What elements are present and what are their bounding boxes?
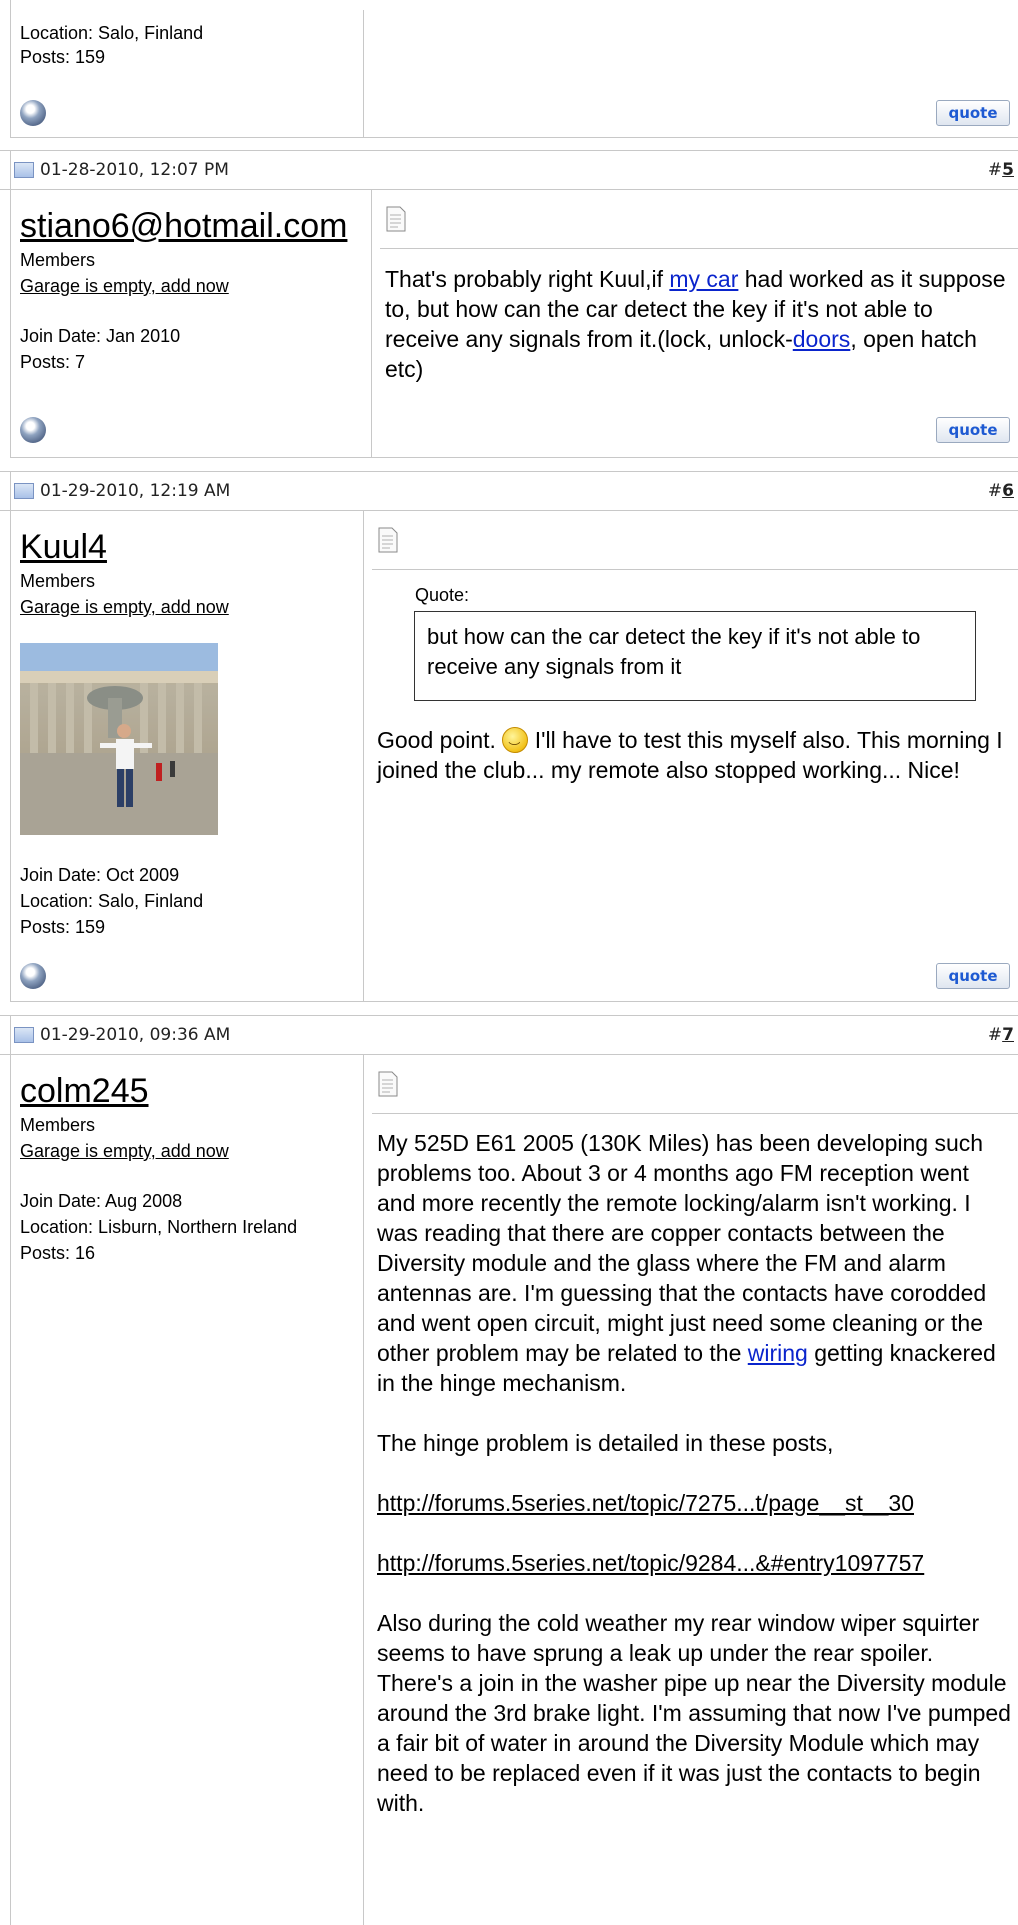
- message-paragraph-2: The hinge problem is detailed in these p…: [377, 1430, 834, 1456]
- quote-caption: Quote:: [415, 585, 470, 605]
- left-border: [10, 150, 11, 457]
- post-document-icon: [378, 1071, 398, 1097]
- join-date: Join Date: Oct 2009: [20, 865, 180, 885]
- quote-button[interactable]: quote: [936, 100, 1010, 126]
- quote-button[interactable]: quote: [936, 417, 1010, 443]
- user-post-count: Posts: 16: [20, 1243, 96, 1263]
- message-text: My 525D E61 2005 (130K Miles) has been d…: [377, 1130, 987, 1366]
- post-number-link[interactable]: 7: [1002, 1025, 1014, 1045]
- post-number-link[interactable]: 5: [1002, 160, 1014, 180]
- offline-status-icon: [20, 963, 46, 989]
- join-date: Join Date: Jan 2010: [20, 326, 181, 346]
- doors-link[interactable]: doors: [793, 326, 851, 352]
- post-date-text: 01-28-2010, 12:07 PM: [40, 160, 229, 180]
- left-border: [10, 0, 11, 137]
- post-bottom-border: [10, 457, 1018, 458]
- post-message: Good point. I'll have to test this mysel…: [377, 725, 1013, 785]
- offline-status-icon: [20, 100, 46, 126]
- post-number[interactable]: #7: [988, 1025, 1014, 1045]
- forum-url-link-2[interactable]: http://forums.5series.net/topic/9284...&…: [377, 1548, 1013, 1578]
- post-bottom-border: [10, 1001, 1018, 1002]
- message-paragraph-1: My 525D E61 2005 (130K Miles) has been d…: [377, 1128, 1013, 1398]
- forum-url-link-1[interactable]: http://forums.5series.net/topic/7275...t…: [377, 1488, 1013, 1518]
- column-divider: [371, 190, 372, 457]
- post-number-link[interactable]: 6: [1002, 481, 1014, 501]
- garage-link[interactable]: Garage is empty, add now: [20, 275, 229, 297]
- user-post-count: Posts: 7: [20, 352, 86, 372]
- post-header: 01-29-2010, 09:36 AM #7: [0, 1015, 1018, 1055]
- quoted-text-box: but how can the car detect the key if it…: [414, 611, 976, 701]
- post-document-icon: [386, 206, 406, 232]
- wiring-link[interactable]: wiring: [748, 1340, 808, 1366]
- column-divider: [363, 511, 364, 1001]
- post-date: 01-29-2010, 09:36 AM: [14, 1025, 230, 1045]
- quote-button[interactable]: quote: [936, 963, 1010, 989]
- user-avatar: [20, 643, 218, 835]
- left-border: [10, 1015, 11, 1925]
- user-location: Location: Salo, Finland: [20, 891, 204, 911]
- user-post-count: Posts: 159: [20, 47, 106, 67]
- post-date: 01-28-2010, 12:07 PM: [14, 160, 229, 180]
- hash-sign: #: [987, 481, 1003, 501]
- post-status-icon: [14, 162, 34, 178]
- message-separator: [380, 248, 1018, 249]
- user-location: Location: Lisburn, Northern Ireland: [20, 1217, 298, 1237]
- smiley-icon: [502, 727, 529, 763]
- post-header: 01-28-2010, 12:07 PM #5: [0, 150, 1018, 190]
- message-text: Good point.: [377, 727, 503, 753]
- hash-sign: #: [987, 1025, 1003, 1045]
- hash-sign: #: [987, 160, 1003, 180]
- quoted-text: but how can the car detect the key if it…: [427, 624, 921, 679]
- username-link[interactable]: Kuul4: [20, 528, 107, 567]
- message-separator: [372, 1113, 1018, 1114]
- my-car-link[interactable]: my car: [669, 266, 738, 292]
- garage-link[interactable]: Garage is empty, add now: [20, 1140, 229, 1162]
- message-separator: [372, 569, 1018, 570]
- column-divider: [363, 1055, 364, 1925]
- post-message: My 525D E61 2005 (130K Miles) has been d…: [377, 1128, 1013, 1818]
- post-date: 01-29-2010, 12:19 AM: [14, 481, 230, 501]
- post-status-icon: [14, 1027, 34, 1043]
- column-divider: [363, 10, 364, 137]
- offline-status-icon: [20, 417, 46, 443]
- post-date-text: 01-29-2010, 12:19 AM: [40, 481, 231, 501]
- post-message: That's probably right Kuul,if my car had…: [385, 264, 1013, 384]
- post-document-icon: [378, 527, 398, 553]
- message-paragraph-3: Also during the cold weather my rear win…: [377, 1610, 1011, 1816]
- garage-link[interactable]: Garage is empty, add now: [20, 596, 229, 618]
- user-group: Members: [20, 571, 96, 591]
- left-border: [10, 471, 11, 1001]
- post-number[interactable]: #5: [988, 160, 1014, 180]
- user-group: Members: [20, 1115, 96, 1135]
- user-group: Members: [20, 250, 96, 270]
- username-link[interactable]: stiano6@hotmail.com: [20, 207, 347, 246]
- post-header: 01-29-2010, 12:19 AM #6: [0, 471, 1018, 511]
- user-post-count: Posts: 159: [20, 917, 106, 937]
- post-date-text: 01-29-2010, 09:36 AM: [40, 1025, 231, 1045]
- username-link[interactable]: colm245: [20, 1072, 149, 1111]
- post-bottom-border: [10, 137, 1018, 138]
- post-status-icon: [14, 483, 34, 499]
- avatar-photo: [20, 643, 218, 835]
- message-text: That's probably right Kuul,if: [385, 266, 670, 292]
- join-date: Join Date: Aug 2008: [20, 1191, 183, 1211]
- user-location: Location: Salo, Finland: [20, 23, 204, 43]
- post-number[interactable]: #6: [988, 481, 1014, 501]
